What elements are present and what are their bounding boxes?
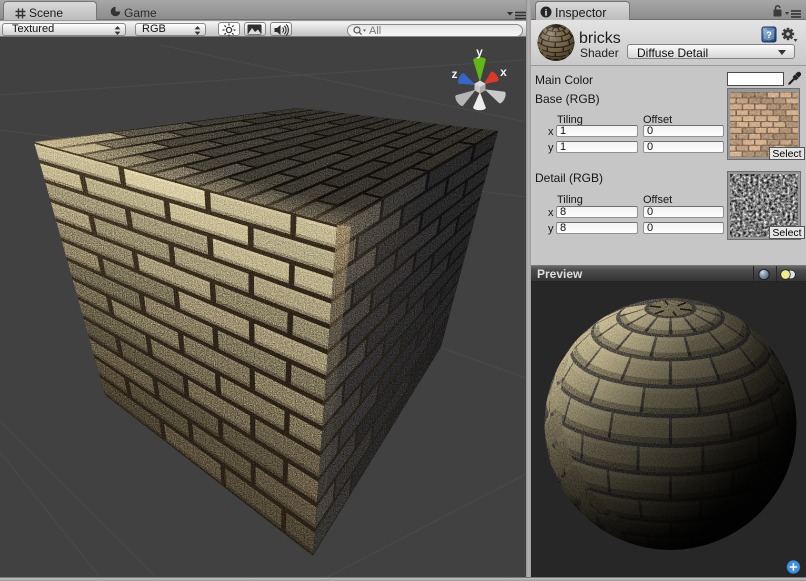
svg-text:y: y xyxy=(476,45,483,59)
svg-text:z: z xyxy=(452,67,458,81)
svg-text:x: x xyxy=(500,65,507,79)
svg-text:?: ? xyxy=(766,30,772,40)
